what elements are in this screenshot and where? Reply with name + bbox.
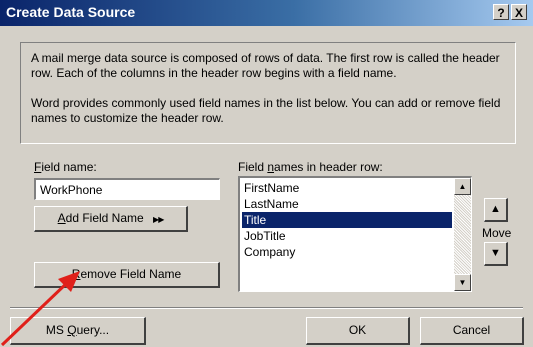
ms-query-button[interactable]: MS Query... [10, 317, 146, 345]
list-item[interactable]: FirstName [242, 180, 452, 196]
header-fields-listbox[interactable]: FirstName LastName Title JobTitle Compan… [238, 176, 472, 292]
add-field-label: dd Field Name [65, 211, 144, 225]
info-panel: A mail merge data source is composed of … [20, 42, 516, 144]
arrow-up-icon: ▲ [490, 203, 501, 215]
ms-query-label-start: MS [45, 323, 68, 337]
add-field-name-button[interactable]: Add Field Name ▶▶ [34, 206, 188, 232]
info-paragraph-2: Word provides commonly used field names … [31, 96, 501, 125]
remove-field-name-button[interactable]: Remove Field Name [34, 262, 220, 288]
list-item[interactable]: JobTitle [242, 228, 452, 244]
move-label: Move [482, 226, 512, 240]
create-data-source-dialog: Create Data Source ? X A mail merge data… [0, 0, 533, 347]
field-name-label-text: ield name: [41, 160, 97, 174]
info-paragraph-1: A mail merge data source is composed of … [31, 51, 500, 80]
help-button[interactable]: ? [493, 4, 509, 20]
ms-query-label-end: uery... [76, 323, 110, 337]
cancel-button[interactable]: Cancel [420, 317, 524, 345]
title-bar: Create Data Source ? X [0, 0, 533, 26]
arrow-down-icon: ▼ [490, 247, 501, 259]
footer-separator [10, 307, 523, 309]
dialog-title: Create Data Source [6, 4, 136, 20]
double-arrow-right-icon: ▶▶ [153, 215, 164, 224]
remove-field-label: emove Field Name [80, 267, 182, 281]
field-name-input[interactable] [34, 178, 220, 200]
close-button[interactable]: X [511, 4, 527, 20]
header-list-label: Field names in header row: [238, 160, 383, 174]
list-item[interactable]: Company [242, 244, 452, 260]
list-scrollbar[interactable]: ▲ ▼ [454, 178, 471, 291]
move-down-button[interactable]: ▼ [484, 242, 508, 266]
move-up-button[interactable]: ▲ [484, 198, 508, 222]
scroll-up-icon[interactable]: ▲ [454, 178, 471, 195]
list-item[interactable]: LastName [242, 196, 452, 212]
ms-query-mnemonic: Q [67, 323, 77, 337]
ok-button[interactable]: OK [306, 317, 410, 345]
list-item-selected[interactable]: Title [242, 212, 452, 228]
add-field-mnemonic: A [57, 211, 66, 225]
header-list-label-end: ames in header row: [274, 160, 383, 174]
scroll-down-icon[interactable]: ▼ [454, 274, 471, 291]
field-name-label: Field name: [34, 160, 97, 174]
header-list-label-start: Field [238, 160, 268, 174]
